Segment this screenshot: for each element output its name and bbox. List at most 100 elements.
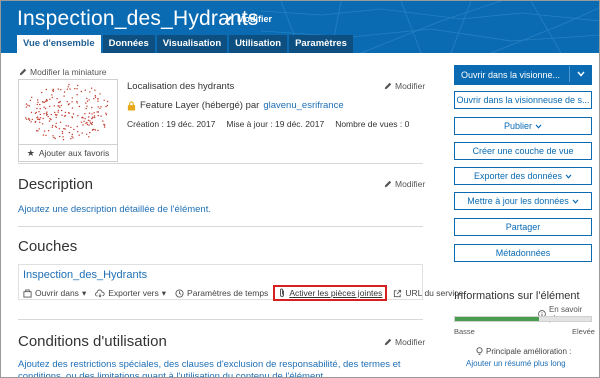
thumbnail-point bbox=[84, 118, 86, 120]
thumbnail-point bbox=[57, 105, 59, 107]
tab-settings[interactable]: Paramètres bbox=[289, 35, 353, 53]
thumbnail-point bbox=[77, 115, 79, 117]
description-edit-button[interactable]: Modifier bbox=[384, 179, 425, 189]
thumbnail-point bbox=[29, 99, 32, 102]
thumbnail-point bbox=[41, 123, 44, 125]
thumbnail-point bbox=[86, 100, 89, 102]
thumbnail-point bbox=[50, 113, 52, 116]
thumbnail-point bbox=[89, 131, 91, 134]
thumbnail-point bbox=[43, 130, 46, 132]
thumbnail-point bbox=[91, 106, 93, 109]
thumbnail-point bbox=[99, 107, 101, 110]
thumbnail-point bbox=[54, 137, 56, 140]
create-view-layer-button[interactable]: Créer une couche de vue bbox=[454, 142, 592, 160]
thumbnail-point bbox=[60, 104, 63, 107]
update-data-label: Mettre à jour les données bbox=[467, 196, 569, 206]
description-placeholder-link[interactable]: Ajoutez une description détaillée de l'é… bbox=[18, 204, 211, 215]
terms-edit-button[interactable]: Modifier bbox=[384, 337, 425, 347]
thumbnail-point bbox=[58, 128, 61, 130]
thumbnail-point bbox=[71, 116, 73, 118]
thumbnail-point bbox=[49, 105, 51, 108]
thumbnail-point bbox=[57, 88, 59, 90]
thumbnail-point bbox=[26, 118, 28, 120]
thumbnail-point bbox=[91, 118, 93, 120]
tab-visualization[interactable]: Visualisation bbox=[156, 35, 228, 53]
export-to-menu[interactable]: Exporter vers ▾ bbox=[95, 288, 166, 299]
divider bbox=[18, 163, 423, 164]
terms-heading: Conditions d'utilisation bbox=[18, 333, 167, 350]
thumbnail-point bbox=[102, 120, 104, 122]
external-link-icon bbox=[394, 289, 402, 297]
thumbnail-point bbox=[71, 135, 73, 138]
thumbnail-point bbox=[76, 102, 78, 104]
divider bbox=[18, 226, 423, 227]
add-to-favorites-button[interactable]: ★ Ajouter aux favoris bbox=[18, 145, 118, 162]
thumbnail-point bbox=[36, 103, 38, 106]
thumbnail-point bbox=[59, 135, 61, 138]
thumbnail-point bbox=[97, 129, 99, 132]
chevron-down-icon[interactable] bbox=[569, 66, 591, 82]
thumbnail-point bbox=[77, 84, 79, 87]
favorites-label: Ajouter aux favoris bbox=[38, 148, 110, 158]
pencil-icon bbox=[19, 68, 27, 76]
thumbnail-point bbox=[39, 117, 42, 119]
thumbnail-point bbox=[100, 106, 102, 108]
create-view-layer-label: Créer une couche de vue bbox=[472, 146, 574, 156]
metadata-label: Métadonnées bbox=[495, 248, 551, 258]
update-data-button[interactable]: Mettre à jour les données bbox=[454, 192, 592, 210]
share-button[interactable]: Partager bbox=[454, 218, 592, 236]
tab-overview[interactable]: Vue d'ensemble bbox=[17, 35, 101, 53]
thumbnail-point bbox=[62, 136, 64, 138]
thumbnail-point bbox=[67, 86, 69, 88]
thumbnail-point bbox=[86, 133, 88, 135]
layer-name-link[interactable]: Inspection_des_Hydrants bbox=[23, 269, 147, 281]
add-longer-summary-link[interactable]: Ajouter un résumé plus long bbox=[466, 359, 566, 368]
thumbnail-point bbox=[55, 122, 57, 124]
thumbnail-point bbox=[63, 95, 65, 97]
thumbnail-point bbox=[49, 117, 51, 120]
thumbnail-point bbox=[54, 125, 57, 127]
chevron-down-icon: ▾ bbox=[161, 287, 167, 298]
top-improvement: Principale amélioration : bbox=[476, 347, 571, 356]
publish-button[interactable]: Publier bbox=[454, 117, 592, 135]
thumbnail-point bbox=[63, 128, 65, 130]
tab-data[interactable]: Données bbox=[102, 35, 155, 53]
thumbnail-point bbox=[51, 94, 53, 96]
tab-usage[interactable]: Utilisation bbox=[229, 35, 288, 53]
thumbnail-point bbox=[81, 132, 83, 134]
thumbnail-point bbox=[85, 102, 87, 104]
title-edit-button[interactable]: Modifier bbox=[224, 14, 272, 24]
open-in-menu[interactable]: Ouvrir dans ▾ bbox=[23, 288, 86, 299]
thumbnail-point bbox=[78, 105, 81, 108]
description-edit-label: Modifier bbox=[395, 179, 426, 189]
open-in-scene-viewer-button[interactable]: Ouvrir dans la visionneuse de s... bbox=[454, 91, 592, 109]
owner-link[interactable]: glavenu_esrifrance bbox=[263, 100, 343, 111]
thumbnail-point bbox=[57, 109, 59, 112]
open-in-map-viewer-button[interactable]: Ouvrir dans la visionne... bbox=[454, 65, 592, 85]
thumbnail-point bbox=[68, 131, 71, 134]
thumbnail-point bbox=[66, 101, 68, 103]
time-settings-label: Paramètres de temps bbox=[187, 288, 269, 298]
thumbnail-point bbox=[88, 116, 90, 118]
thumbnail-point bbox=[93, 115, 96, 117]
thumbnail-point bbox=[43, 113, 45, 115]
service-url-link[interactable]: URL du service bbox=[393, 288, 463, 298]
thumbnail-point bbox=[71, 97, 73, 99]
edit-thumbnail-button[interactable]: Modifier la miniature bbox=[19, 67, 107, 77]
terms-placeholder-link[interactable]: Ajoutez des restrictions spéciales, des … bbox=[18, 359, 428, 377]
thumbnail-point bbox=[55, 116, 57, 119]
thumbnail-point bbox=[103, 99, 105, 101]
metadata-button[interactable]: Métadonnées bbox=[454, 244, 592, 262]
thumbnail-point bbox=[64, 128, 66, 130]
time-settings-button[interactable]: Paramètres de temps bbox=[175, 288, 268, 298]
enable-attachments-button[interactable]: Activer les pièces jointes bbox=[273, 285, 388, 301]
export-data-button[interactable]: Exporter des données bbox=[454, 167, 592, 185]
thumbnail-point bbox=[93, 98, 95, 100]
open-scene-viewer-label: Ouvrir dans la visionneuse de s... bbox=[456, 95, 590, 105]
thumbnail-point bbox=[61, 130, 64, 133]
thumbnail-point bbox=[89, 91, 91, 93]
pencil-icon bbox=[384, 180, 392, 188]
summary-edit-button[interactable]: Modifier bbox=[384, 81, 425, 91]
thumbnail-point bbox=[96, 111, 98, 113]
item-type: Feature Layer (hébergé) par bbox=[140, 100, 260, 111]
